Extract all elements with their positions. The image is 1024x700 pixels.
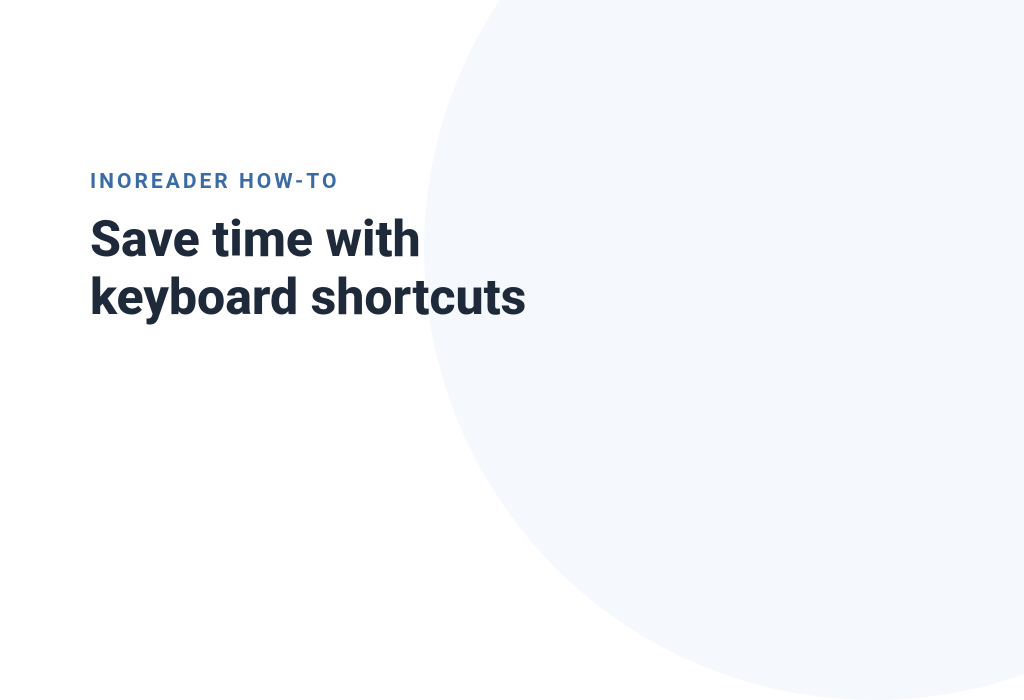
title-line-2: keyboard shortcuts (90, 269, 526, 327)
background-curve (424, 0, 1024, 700)
title-line-1: Save time with (90, 211, 421, 269)
text-content: INOREADER HOW-TO Save time with keyboard… (90, 170, 526, 327)
page-title: Save time with keyboard shortcuts (90, 212, 526, 327)
eyebrow-label: INOREADER HOW-TO (90, 170, 526, 194)
